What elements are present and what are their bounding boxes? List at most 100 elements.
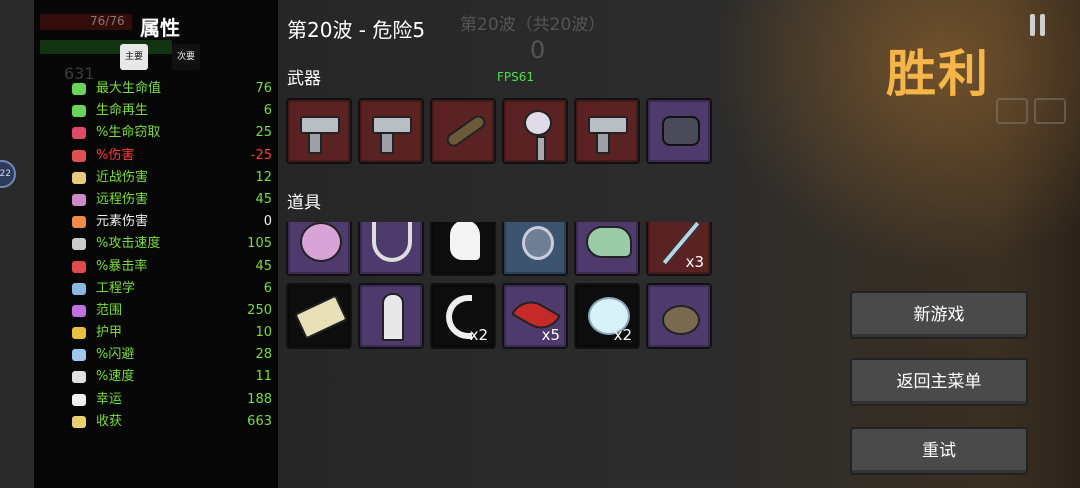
items-label: 道具	[287, 193, 321, 213]
item-slot-sword[interactable]: x3	[646, 222, 712, 276]
stat-row[interactable]: 近战伤害 12	[72, 167, 272, 189]
stat-row[interactable]: 工程学 6	[72, 278, 272, 300]
stat-row[interactable]: 范围 250	[72, 300, 272, 322]
weapons-label: 武器	[287, 69, 321, 89]
tab-primary[interactable]: 主要	[120, 44, 148, 70]
stat-row[interactable]: 生命再生 6	[72, 100, 272, 122]
stat-row[interactable]: %伤害 -25	[72, 145, 272, 167]
speed-icon	[72, 371, 86, 384]
stat-label: %闪避	[96, 347, 135, 363]
item-slot-ticket[interactable]	[286, 283, 352, 349]
stack-count: x2	[469, 326, 488, 344]
dodge-icon	[72, 349, 86, 362]
flame-icon	[72, 216, 86, 229]
victory-title: 胜利	[886, 45, 990, 103]
new-game-button[interactable]: 新游戏	[850, 291, 1028, 339]
stat-label: 幸运	[96, 391, 123, 407]
stat-row[interactable]: %暴击率 45	[72, 256, 272, 278]
range-icon	[72, 304, 86, 317]
gun-icon	[372, 116, 412, 154]
stat-row[interactable]: %攻击速度 105	[72, 233, 272, 255]
wrench-icon	[72, 282, 86, 295]
dice-icon	[72, 393, 86, 406]
sword-icon	[72, 171, 86, 184]
stack-count: x2	[613, 326, 632, 344]
blob-icon	[300, 222, 342, 262]
stat-label: 最大生命值	[96, 81, 162, 96]
stat-value: 25	[255, 125, 272, 141]
retry-button[interactable]: 重试	[850, 427, 1028, 475]
item-slots[interactable]: x3 x2 x5 x2	[282, 222, 722, 352]
stat-value: -25	[250, 147, 272, 163]
pause-icon[interactable]	[1030, 14, 1046, 36]
item-slot-brain[interactable]	[286, 222, 352, 276]
fang-icon	[446, 295, 472, 339]
stat-row[interactable]: 最大生命值 76	[72, 78, 272, 100]
tab-secondary[interactable]: 次要	[172, 44, 200, 70]
stat-value: 11	[255, 369, 272, 385]
item-slot-leaf[interactable]: x5	[502, 283, 568, 349]
item-slot-statue[interactable]	[358, 283, 424, 349]
main-menu-button[interactable]: 返回主菜单	[850, 358, 1028, 406]
potion-icon	[522, 226, 554, 260]
damage-icon	[72, 149, 86, 162]
tube-icon	[443, 112, 489, 150]
stat-row[interactable]: 元素伤害 0	[72, 211, 272, 233]
weapon-slot-launcher[interactable]	[430, 98, 496, 164]
ticket-icon	[294, 294, 348, 340]
stat-label: 工程学	[96, 280, 136, 296]
weapon-slot-gun-3[interactable]	[574, 98, 640, 164]
item-slot-chameleon[interactable]	[574, 222, 640, 276]
stat-value: 188	[247, 391, 272, 407]
stat-value: 12	[255, 169, 272, 185]
stat-label: %速度	[96, 369, 135, 385]
stat-row[interactable]: 护甲 10	[72, 322, 272, 344]
stats-title: 属性	[140, 16, 180, 40]
heart-icon	[72, 83, 86, 95]
stat-row[interactable]: %生命窃取 25	[72, 122, 272, 144]
bow-icon	[72, 193, 86, 206]
stat-label: %攻击速度	[96, 236, 161, 252]
wave-progress-ghost: 第20波（共20波）	[460, 15, 606, 35]
weapon-slot-minigun[interactable]	[646, 98, 712, 164]
crate-icon	[1034, 98, 1066, 124]
hourglass-icon	[72, 238, 86, 251]
stat-label: 远程伤害	[96, 191, 149, 207]
item-slot-wings[interactable]	[358, 222, 424, 276]
stat-value: 250	[247, 302, 272, 318]
gun-icon	[588, 116, 628, 154]
stat-value: 663	[247, 413, 272, 429]
gun-icon	[300, 116, 340, 154]
ghost-icon	[450, 222, 480, 260]
wings-icon	[372, 222, 412, 262]
fps-counter: FPS61	[497, 70, 535, 84]
stat-row[interactable]: 收获 663	[72, 411, 272, 433]
stat-value: 6	[263, 103, 272, 119]
item-slot-bubble[interactable]: x2	[574, 283, 640, 349]
wave-title: 第20波 - 危险5	[287, 18, 426, 42]
stat-value: 6	[263, 280, 272, 296]
stat-row[interactable]: %速度 11	[72, 366, 272, 388]
item-slot-fang[interactable]: x2	[430, 283, 496, 349]
weapon-slot-skull-staff[interactable]	[502, 98, 568, 164]
stat-value: 28	[255, 347, 272, 363]
stat-value: 76	[255, 81, 272, 96]
statue-icon	[382, 293, 404, 341]
stack-count: x5	[541, 326, 560, 344]
stat-row[interactable]: 远程伤害 45	[72, 189, 272, 211]
regen-icon	[72, 105, 86, 118]
item-slot-potion[interactable]	[502, 222, 568, 276]
item-slot-ghost[interactable]	[430, 222, 496, 276]
harvest-icon	[72, 415, 86, 428]
item-slot-stump[interactable]	[646, 283, 712, 349]
stat-list: 最大生命值 76 生命再生 6 %生命窃取 25 %伤害 -25 近战伤害 12 远程伤害 45 元素伤…	[72, 78, 272, 433]
stat-label: %伤害	[96, 147, 135, 163]
weapon-slot-gun-1[interactable]	[286, 98, 352, 164]
stat-label: 生命再生	[96, 103, 149, 119]
stat-value: 10	[255, 325, 272, 341]
stat-value: 45	[255, 191, 272, 207]
stat-row[interactable]: %闪避 28	[72, 344, 272, 366]
weapon-slot-gun-2[interactable]	[358, 98, 424, 164]
stat-label: 范围	[96, 302, 123, 318]
stat-row[interactable]: 幸运 188	[72, 389, 272, 411]
